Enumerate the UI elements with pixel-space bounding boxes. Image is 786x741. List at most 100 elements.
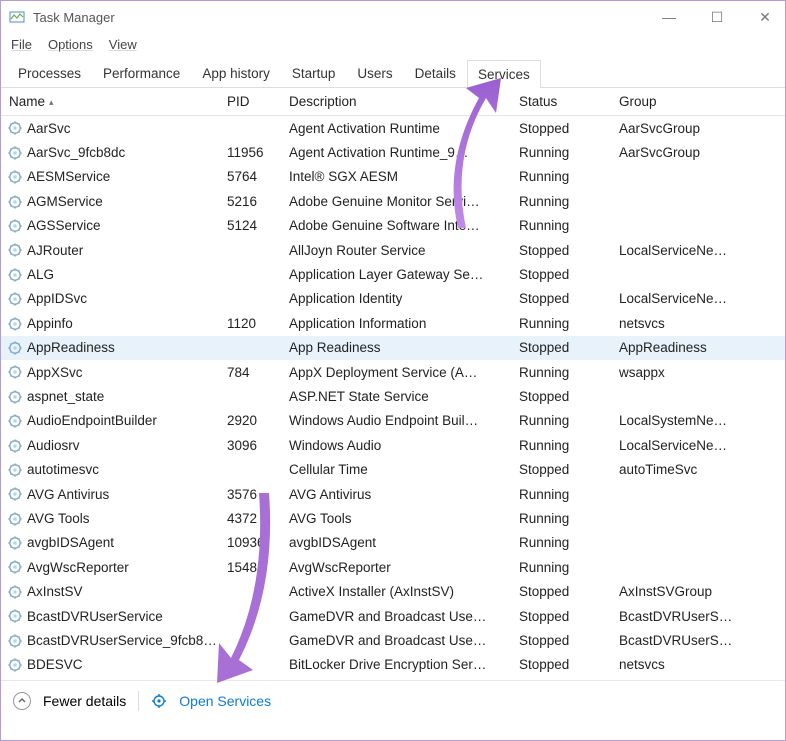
table-row[interactable]: AppIDSvcApplication IdentityStoppedLocal…	[1, 287, 785, 311]
column-status[interactable]: Status	[511, 90, 611, 113]
table-row[interactable]: AESMService5764Intel® SGX AESMRunning	[1, 165, 785, 189]
column-name[interactable]: Name▴	[1, 90, 219, 113]
table-row[interactable]: AGSService5124Adobe Genuine Software Int…	[1, 214, 785, 238]
close-button[interactable]: ✕	[753, 9, 777, 26]
service-description: Application Layer Gateway Se…	[281, 263, 511, 286]
menu-options[interactable]: Options	[48, 37, 93, 52]
tab-performance[interactable]: Performance	[92, 59, 191, 87]
service-group	[611, 490, 751, 498]
table-row[interactable]: AJRouterAllJoyn Router ServiceStoppedLoc…	[1, 238, 785, 262]
taskmgr-icon	[9, 9, 25, 25]
services-gear-icon	[151, 693, 167, 709]
service-gear-icon	[7, 461, 27, 477]
service-pid: 1120	[219, 312, 281, 335]
open-services-link[interactable]: Open Services	[179, 693, 271, 709]
service-gear-icon	[7, 218, 27, 234]
service-status: Running	[511, 312, 611, 335]
service-gear-icon	[7, 144, 27, 160]
menu-file[interactable]: File	[11, 37, 32, 52]
table-row[interactable]: avgbIDSAgent10936avgbIDSAgentRunning	[1, 531, 785, 555]
service-group: BcastDVRUserS…	[611, 629, 751, 652]
service-name: AudioEndpointBuilder	[27, 413, 157, 428]
service-description: Adobe Genuine Software Inte…	[281, 214, 511, 237]
service-group: netsvcs	[611, 653, 751, 676]
table-row[interactable]: AppXSvc784AppX Deployment Service (A…Run…	[1, 360, 785, 384]
service-status: Running	[511, 361, 611, 384]
service-gear-icon	[7, 364, 27, 380]
service-description: AppX Deployment Service (A…	[281, 361, 511, 384]
service-status: Stopped	[511, 458, 611, 481]
table-row[interactable]: AppReadinessApp ReadinessStoppedAppReadi…	[1, 336, 785, 360]
service-gear-icon	[7, 608, 27, 624]
tab-users[interactable]: Users	[346, 59, 403, 87]
column-description[interactable]: Description	[281, 90, 511, 113]
service-status: Running	[511, 531, 611, 554]
fewer-details-icon[interactable]	[13, 692, 31, 710]
tab-apphistory[interactable]: App history	[191, 59, 281, 87]
service-gear-icon	[7, 559, 27, 575]
tab-startup[interactable]: Startup	[281, 59, 347, 87]
service-status: Running	[511, 165, 611, 188]
table-row[interactable]: autotimesvcCellular TimeStoppedautoTimeS…	[1, 457, 785, 481]
rows-container[interactable]: AarSvcAgent Activation RuntimeStoppedAar…	[1, 116, 785, 680]
table-row[interactable]: ALGApplication Layer Gateway Se…Stopped	[1, 262, 785, 286]
service-status: Running	[511, 190, 611, 213]
table-row[interactable]: BDESVCBitLocker Drive Encryption Ser…Sto…	[1, 653, 785, 677]
service-status: Running	[511, 409, 611, 432]
service-name: AGMService	[27, 194, 103, 209]
table-row[interactable]: AGMService5216Adobe Genuine Monitor Serv…	[1, 189, 785, 213]
menu-view[interactable]: View	[109, 37, 137, 52]
service-name: AppIDSvc	[27, 291, 87, 306]
service-group: LocalServiceNe…	[611, 434, 751, 457]
table-row[interactable]: Audiosrv3096Windows AudioRunningLocalSer…	[1, 433, 785, 457]
service-status: Running	[511, 434, 611, 457]
tab-processes[interactable]: Processes	[7, 59, 92, 87]
service-description: AvgWscReporter	[281, 556, 511, 579]
column-pid[interactable]: PID	[219, 90, 281, 113]
service-gear-icon	[7, 193, 27, 209]
table-row[interactable]: AvgWscReporter1548AvgWscReporterRunning	[1, 555, 785, 579]
service-description: ASP.NET State Service	[281, 385, 511, 408]
service-group: wsappx	[611, 361, 751, 384]
column-group[interactable]: Group	[611, 90, 751, 113]
service-pid: 2920	[219, 409, 281, 432]
table-row[interactable]: AarSvcAgent Activation RuntimeStoppedAar…	[1, 116, 785, 140]
service-status: Stopped	[511, 385, 611, 408]
service-name: AVG Tools	[27, 511, 90, 526]
service-group: LocalServiceNe…	[611, 239, 751, 262]
service-group: netsvcs	[611, 312, 751, 335]
table-row[interactable]: BcastDVRUserServiceGameDVR and Broadcast…	[1, 604, 785, 628]
service-gear-icon	[7, 437, 27, 453]
services-table: Name▴ PID Description Status Group AarSv…	[1, 88, 785, 680]
service-pid	[219, 344, 281, 352]
service-gear-icon	[7, 657, 27, 673]
service-pid: 5216	[219, 190, 281, 213]
service-gear-icon	[7, 486, 27, 502]
table-row[interactable]: AudioEndpointBuilder2920Windows Audio En…	[1, 409, 785, 433]
table-row[interactable]: AxInstSVActiveX Installer (AxInstSV)Stop…	[1, 579, 785, 603]
tab-details[interactable]: Details	[404, 59, 467, 87]
service-group	[611, 563, 751, 571]
service-pid: 5764	[219, 165, 281, 188]
service-description: AVG Antivirus	[281, 483, 511, 506]
table-row[interactable]: aspnet_stateASP.NET State ServiceStopped	[1, 384, 785, 408]
service-pid: 3576	[219, 483, 281, 506]
service-gear-icon	[7, 340, 27, 356]
service-name: avgbIDSAgent	[27, 535, 114, 550]
service-name: AGSService	[27, 218, 101, 233]
service-status: Running	[511, 507, 611, 530]
sort-asc-icon: ▴	[49, 97, 54, 107]
table-row[interactable]: AarSvc_9fcb8dc11956Agent Activation Runt…	[1, 140, 785, 164]
table-row[interactable]: Appinfo1120Application InformationRunnin…	[1, 311, 785, 335]
table-row[interactable]: AVG Tools4372AVG ToolsRunning	[1, 506, 785, 530]
maximize-button[interactable]: ☐	[705, 9, 729, 26]
service-group	[611, 271, 751, 279]
fewer-details-link[interactable]: Fewer details	[43, 693, 126, 709]
service-group: autoTimeSvc	[611, 458, 751, 481]
minimize-button[interactable]: —	[657, 9, 681, 25]
tab-services[interactable]: Services	[467, 60, 541, 88]
service-group	[611, 197, 751, 205]
table-row[interactable]: AVG Antivirus3576AVG AntivirusRunning	[1, 482, 785, 506]
table-row[interactable]: BcastDVRUserService_9fcb8…GameDVR and Br…	[1, 628, 785, 652]
service-group: LocalServiceNe…	[611, 287, 751, 310]
